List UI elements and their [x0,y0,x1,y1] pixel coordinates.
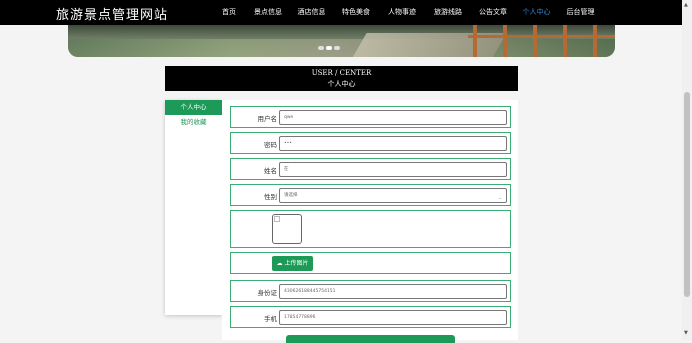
main-nav: 首页 景点信息 酒店信息 特色美食 人物事迹 旅游线路 公告文章 个人中心 后台… [212,7,603,17]
form-row-id-card: 身份证 430626188445754151 [230,280,511,302]
name-label: 姓名 [264,167,277,175]
submit-button[interactable] [286,335,455,343]
password-input[interactable]: ••• [279,136,507,151]
form-row-password: 密码 ••• [230,132,511,154]
sidebar-item-user-center[interactable]: 个人中心 [165,100,222,115]
section-title-en: USER / CENTER [311,69,372,77]
scroll-up-icon[interactable]: ▲ [684,2,688,8]
nav-routes[interactable]: 旅游线路 [425,7,471,17]
phone-input[interactable]: 17854778896 [279,310,507,325]
carousel-dot[interactable] [318,46,324,50]
section-title-zh: 个人中心 [327,80,356,88]
username-label: 用户名 [257,115,278,123]
gender-placeholder: 请选择 [284,193,298,198]
nav-people[interactable]: 人物事迹 [379,7,425,17]
gender-select[interactable]: 请选择 ⌄ [279,188,507,203]
form-row-gender: 性别 请选择 ⌄ [230,184,511,206]
user-sidebar: 个人中心 我的收藏 [165,100,222,315]
avatar-image [272,214,302,244]
scroll-down-icon[interactable]: ▼ [684,330,688,336]
id-card-input[interactable]: 430626188445754151 [279,284,507,299]
nav-notices[interactable]: 公告文章 [471,7,515,17]
carousel-indicators [318,46,342,50]
banner-image [68,25,615,57]
username-input[interactable]: qwe [279,110,507,125]
section-header: USER / CENTER 个人中心 [165,66,518,91]
name-input[interactable]: 在 [279,162,507,177]
top-navbar: 旅游景点管理网站 首页 景点信息 酒店信息 特色美食 人物事迹 旅游线路 公告文… [0,0,682,25]
form-row-phone: 手机 17854778896 [230,306,511,328]
nav-food[interactable]: 特色美食 [333,7,379,17]
nav-admin[interactable]: 后台管理 [558,7,603,17]
upload-image-button[interactable]: ☁ 上传图片 [272,256,313,271]
site-brand[interactable]: 旅游景点管理网站 [56,4,168,23]
page-scrollbar[interactable]: ▲ ▼ [682,0,692,340]
carousel-dot-active[interactable] [326,46,332,50]
id-card-label: 身份证 [257,289,278,297]
nav-hotels[interactable]: 酒店信息 [290,7,333,17]
nav-scenic-spots[interactable]: 景点信息 [246,7,290,17]
cloud-upload-icon: ☁ [276,260,283,267]
password-label: 密码 [264,141,277,149]
gender-label: 性别 [264,193,277,201]
scrollbar-thumb[interactable] [684,92,690,297]
form-row-name: 姓名 在 [230,158,511,180]
form-row-username: 用户名 qwe [230,106,511,128]
nav-home[interactable]: 首页 [212,7,246,17]
chevron-down-icon: ⌄ [497,195,502,201]
nav-user-center[interactable]: 个人中心 [515,7,558,17]
form-row-upload: ☁ 上传图片 [230,252,511,274]
broken-image-icon [274,216,280,222]
sidebar-item-favorites[interactable]: 我的收藏 [165,115,222,130]
upload-button-label: 上传图片 [284,260,309,267]
phone-label: 手机 [264,315,277,323]
form-row-avatar [230,210,511,248]
carousel-dot[interactable] [334,46,340,50]
profile-form: 用户名 qwe 密码 ••• 姓名 在 性别 请选择 ⌄ ☁ 上传图片 身份证 … [222,100,518,343]
